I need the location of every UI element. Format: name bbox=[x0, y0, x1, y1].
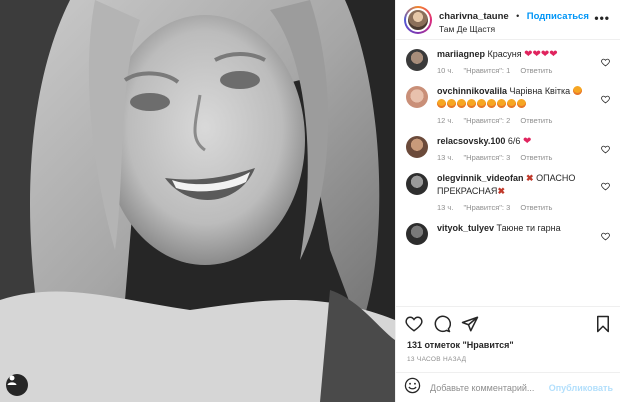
comment-username[interactable]: mariiagnep bbox=[437, 49, 485, 59]
heart-eyes-emoji-icon bbox=[477, 99, 486, 108]
comment-time[interactable]: 13 ч. bbox=[437, 203, 453, 212]
comment-time[interactable]: 13 ч. bbox=[437, 153, 453, 162]
heart-eyes-emoji-icon bbox=[467, 99, 476, 108]
heart-eyes-emoji-icon bbox=[437, 99, 446, 108]
heart-eyes-emoji-icon bbox=[572, 86, 582, 95]
post-header: charivna_taune • Подписаться Там Де Щаст… bbox=[396, 0, 620, 40]
post-time[interactable]: 13 ЧАСОВ НАЗАД bbox=[396, 350, 620, 363]
user-tag-icon[interactable] bbox=[6, 374, 28, 396]
comment-item: ovchinnikovalila Чарівна Квітка 12 ч. "Н… bbox=[396, 85, 620, 125]
comment-avatar[interactable] bbox=[406, 136, 428, 158]
comment-username[interactable]: ovchinnikovalila bbox=[437, 86, 507, 96]
comment-likes[interactable]: "Нравится": 3 bbox=[464, 203, 511, 212]
post-photo[interactable] bbox=[0, 0, 395, 402]
comment-time[interactable]: 12 ч. bbox=[437, 116, 453, 125]
reply-button[interactable]: Ответить bbox=[520, 66, 552, 75]
comment-item: vityok_tulyev Таюне ти гарна bbox=[396, 222, 620, 245]
author-avatar[interactable] bbox=[404, 5, 432, 34]
author-username[interactable]: charivna_taune bbox=[439, 11, 509, 22]
comment-emojis: ❤ bbox=[522, 136, 532, 147]
comment-username[interactable]: vityok_tulyev bbox=[437, 223, 494, 233]
comment-text: 6/6 bbox=[507, 136, 521, 146]
comment-emojis: ❤❤❤❤ bbox=[524, 49, 558, 60]
heart-eyes-emoji-icon bbox=[447, 99, 456, 108]
bookmark-icon[interactable] bbox=[595, 315, 611, 333]
comment-text: Красуня bbox=[487, 49, 522, 59]
reply-button[interactable]: Ответить bbox=[520, 203, 552, 212]
comment-avatar[interactable] bbox=[406, 86, 428, 108]
header-text: charivna_taune • Подписаться Там Де Щаст… bbox=[439, 5, 589, 34]
comment-avatar[interactable] bbox=[406, 223, 428, 245]
comment-avatar[interactable] bbox=[406, 173, 428, 195]
comments-panel: charivna_taune • Подписаться Там Де Щаст… bbox=[395, 0, 620, 402]
likes-count[interactable]: 131 отметок "Нравится" bbox=[396, 335, 620, 350]
emoji-icon[interactable] bbox=[404, 377, 421, 399]
comment-text: Таюне ти гарна bbox=[496, 223, 561, 233]
comment-like-heart-icon[interactable] bbox=[601, 178, 610, 196]
comment-list: mariiagnep Красуня ❤❤❤❤ 10 ч. "Нравится"… bbox=[396, 40, 620, 310]
comment-like-heart-icon[interactable] bbox=[601, 54, 610, 72]
comment-likes[interactable]: "Нравится": 1 bbox=[464, 66, 511, 75]
more-icon[interactable]: ••• bbox=[594, 12, 610, 24]
heart-eyes-emoji-icon bbox=[487, 99, 496, 108]
reply-button[interactable]: Ответить bbox=[520, 153, 552, 162]
comment-like-heart-icon[interactable] bbox=[601, 91, 610, 109]
heart-eyes-emoji-icon bbox=[497, 99, 506, 108]
post-container: charivna_taune • Подписаться Там Де Щаст… bbox=[0, 0, 620, 402]
comment-item: olegvinnik_videofan ✖ ОПАСНО ПРЕКРАСНАЯ✖… bbox=[396, 172, 620, 212]
action-icons bbox=[396, 307, 620, 335]
comment-avatar[interactable] bbox=[406, 49, 428, 71]
comment-icon[interactable] bbox=[433, 315, 451, 333]
post-actions: 131 отметок "Нравится" 13 ЧАСОВ НАЗАД bbox=[396, 306, 620, 363]
location-link[interactable]: Там Де Щастя bbox=[439, 24, 589, 34]
comment-username[interactable]: olegvinnik_videofan bbox=[437, 173, 524, 183]
comment-item: relacsovsky.100 6/6 ❤ 13 ч. "Нравится": … bbox=[396, 135, 620, 162]
separator-dot: • bbox=[516, 10, 520, 21]
publish-button[interactable]: Опубликовать bbox=[549, 383, 613, 393]
cross-mark-icon: ✖ bbox=[526, 173, 534, 183]
comment-username[interactable]: relacsovsky.100 bbox=[437, 136, 505, 146]
comment-item: mariiagnep Красуня ❤❤❤❤ 10 ч. "Нравится"… bbox=[396, 48, 620, 75]
share-icon[interactable] bbox=[461, 315, 479, 333]
portrait-illustration bbox=[0, 0, 395, 402]
reply-button[interactable]: Ответить bbox=[520, 116, 552, 125]
heart-eyes-emoji-icon bbox=[517, 99, 526, 108]
comment-likes[interactable]: "Нравится": 2 bbox=[464, 116, 511, 125]
comment-like-heart-icon[interactable] bbox=[601, 228, 610, 246]
cross-mark-icon: ✖ bbox=[497, 186, 505, 196]
heart-eyes-emoji-icon bbox=[507, 99, 516, 108]
comment-time[interactable]: 10 ч. bbox=[437, 66, 453, 75]
add-comment-bar: Добавьте комментарий... Опубликовать bbox=[396, 372, 620, 402]
comment-text: Чарівна Квітка bbox=[509, 86, 571, 96]
comment-like-heart-icon[interactable] bbox=[601, 141, 610, 159]
heart-icon[interactable] bbox=[405, 315, 423, 333]
follow-button[interactable]: Подписаться bbox=[527, 11, 589, 22]
comment-likes[interactable]: "Нравится": 3 bbox=[464, 153, 511, 162]
heart-eyes-emoji-icon bbox=[457, 99, 466, 108]
comment-input[interactable]: Добавьте комментарий... bbox=[430, 383, 549, 393]
